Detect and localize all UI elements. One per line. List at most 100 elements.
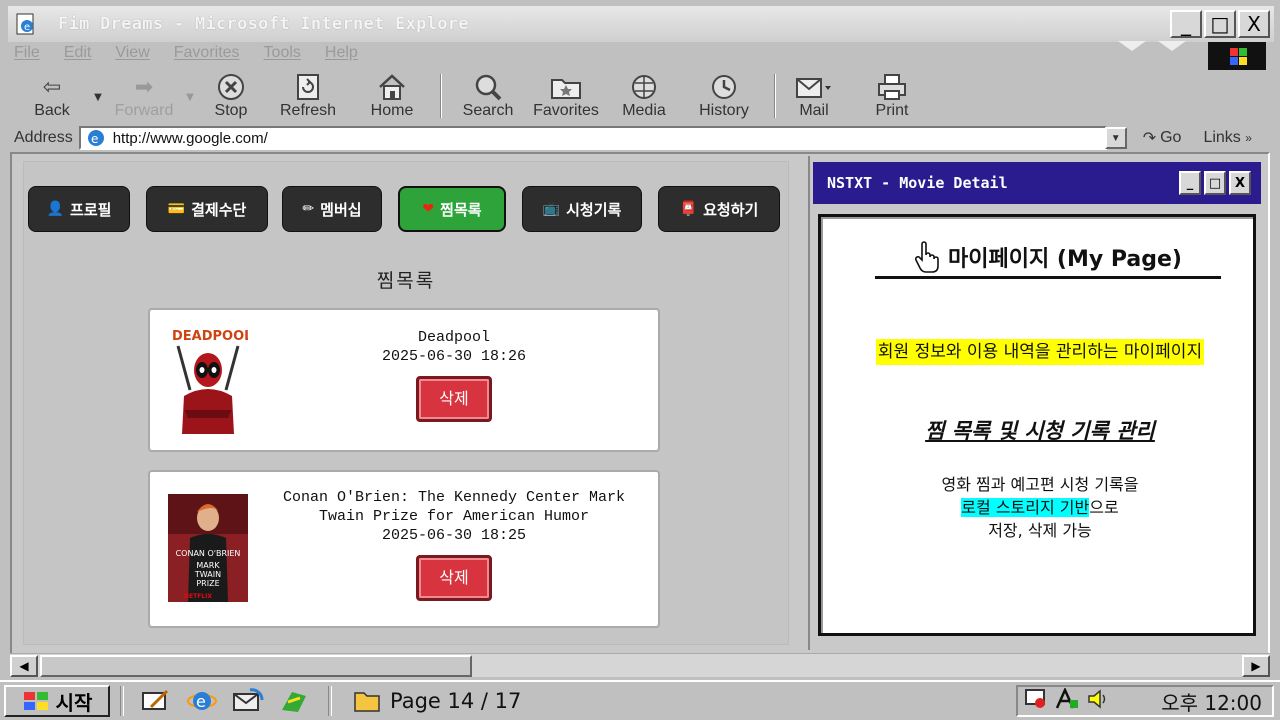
start-button[interactable]: 시작 (4, 685, 110, 717)
svg-text:MARK: MARK (196, 561, 220, 570)
taskbar-separator (328, 686, 332, 716)
back-button[interactable]: ⇦ Back (14, 72, 90, 120)
back-dropdown-icon[interactable]: ▼ (90, 92, 106, 103)
windows-logo-icon (1208, 42, 1266, 70)
home-button[interactable]: Home (352, 72, 432, 120)
menu-help[interactable]: Help (325, 44, 358, 68)
volume-icon[interactable] (1086, 688, 1110, 715)
close-button[interactable]: X (1238, 10, 1270, 38)
detail-window-title-bar: NSTXT - Movie Detail _ □ X (813, 162, 1261, 204)
wishlist-item-info: Deadpool 2025-06-30 18:26 삭제 (258, 328, 650, 422)
mypage-heading: 마이페이지 (My Page) (875, 237, 1221, 279)
quick-launch: e (140, 687, 310, 715)
address-dropdown-icon[interactable]: ▼ (1104, 127, 1127, 149)
delete-button[interactable]: 삭제 (416, 555, 492, 601)
taskbar-separator (120, 686, 124, 716)
browser-window: e Fim Dreams - Microsoft Internet Explor… (0, 0, 1280, 720)
ie-page-icon: e (16, 13, 34, 35)
address-label: Address (14, 129, 73, 146)
stop-icon (217, 72, 245, 102)
scrollbar-thumb[interactable] (40, 655, 472, 677)
pointing-hand-icon (915, 240, 939, 273)
movie-title: Conan O'Brien: The Kennedy Center Mark T… (282, 489, 626, 525)
system-tray: 오후 12:00 (1016, 685, 1274, 717)
movie-poster: CONAN O'BRIEN MARK TWAIN PRIZE NETFLIX (168, 494, 248, 602)
home-icon (377, 72, 407, 102)
wishlist-item-info: Conan O'Brien: The Kennedy Center Mark T… (258, 488, 650, 601)
movie-poster: DEADPOOL (168, 326, 248, 434)
svg-text:NETFLIX: NETFLIX (184, 593, 212, 600)
desktop-icon[interactable] (140, 687, 172, 715)
menu-favorites[interactable]: Favorites (174, 44, 240, 68)
print-button[interactable]: Print (844, 72, 940, 120)
forward-dropdown-icon[interactable]: ▼ (182, 92, 198, 103)
media-button[interactable]: Media (606, 72, 682, 120)
refresh-icon (295, 72, 321, 102)
toolbar-separator (440, 74, 442, 118)
nav-payment-button[interactable]: 💳 결제수단 (146, 186, 268, 232)
mail-button[interactable]: Mail (784, 72, 844, 120)
language-indicator-icon[interactable] (1054, 686, 1080, 715)
nav-wishlist-button[interactable]: ❤ 찜목록 (398, 186, 506, 232)
history-button[interactable]: History (682, 72, 766, 120)
menu-tools[interactable]: Tools (264, 44, 301, 68)
go-button[interactable]: ↷ Go (1143, 128, 1182, 148)
page-indicator[interactable]: Page 14 / 17 (354, 689, 521, 713)
scroll-right-icon[interactable]: ▶ (1242, 655, 1270, 677)
detail-close-button[interactable]: X (1229, 171, 1251, 195)
media-player-icon[interactable] (278, 687, 310, 715)
menu-file[interactable]: File (14, 44, 40, 68)
chevron-right-icon: » (1245, 131, 1252, 145)
feature-description: 영화 찜과 예고편 시청 기록을 로컬 스토리지 기반으로 저장, 삭제 가능 (941, 475, 1139, 540)
wishlist-card: DEADPOOL Deadpool 2025-06-30 18:26 삭제 (148, 308, 660, 452)
horizontal-scrollbar[interactable]: ◀ ▶ (10, 653, 1270, 677)
saved-timestamp: 2025-06-30 18:25 (381, 527, 527, 544)
refresh-button[interactable]: Refresh (264, 72, 352, 120)
history-clock-icon (709, 72, 739, 102)
scroll-left-icon[interactable]: ◀ (10, 655, 38, 677)
folder-icon (354, 692, 380, 712)
toolbar-separator (774, 74, 776, 118)
chevron-down-icon (1118, 41, 1146, 51)
window-title: Fim Dreams - Microsoft Internet Explore (58, 14, 469, 34)
chevron-down-icon (1158, 41, 1186, 51)
svg-text:TWAIN: TWAIN (194, 570, 221, 579)
section-title: 찜목록 (376, 270, 436, 292)
mypage-panel: 👤 프로필 💳 결제수단 ✏ 멤버십 ❤ 찜목록 📺 시청기록 📮 요청하기 찜… (24, 162, 788, 644)
page-content: 👤 프로필 💳 결제수단 ✏ 멤버십 ❤ 찜목록 📺 시청기록 📮 요청하기 찜… (10, 152, 1270, 655)
svg-text:CONAN O'BRIEN: CONAN O'BRIEN (176, 549, 241, 558)
title-bar: e Fim Dreams - Microsoft Internet Explor… (8, 6, 1274, 42)
detail-minimize-button[interactable]: _ (1179, 171, 1201, 195)
saved-timestamp: 2025-06-30 18:26 (381, 348, 527, 365)
menu-view[interactable]: View (115, 44, 149, 68)
delete-button[interactable]: 삭제 (416, 376, 492, 422)
heart-icon: ❤ (422, 201, 435, 217)
nav-membership-button[interactable]: ✏ 멤버십 (282, 186, 382, 232)
nav-request-button[interactable]: 📮 요청하기 (658, 186, 780, 232)
forward-arrow-icon: ➡ (134, 74, 154, 99)
search-button[interactable]: Search (450, 72, 526, 120)
mailbox-icon: 📮 (679, 201, 698, 217)
menu-bar: File Edit View Favorites Tools Help (14, 44, 358, 68)
network-icon[interactable] (1024, 688, 1048, 715)
nav-profile-button[interactable]: 👤 프로필 (28, 186, 130, 232)
minimize-button[interactable]: _ (1170, 10, 1202, 38)
menu-edit[interactable]: Edit (64, 44, 92, 68)
feature-heading: 찜 목록 및 시청 기록 관리 (925, 419, 1155, 443)
stop-button[interactable]: Stop (198, 72, 264, 120)
favorites-button[interactable]: Favorites (526, 72, 606, 120)
nav-history-button[interactable]: 📺 시청기록 (522, 186, 642, 232)
maximize-button[interactable]: □ (1204, 10, 1236, 38)
credit-card-icon: 💳 (167, 201, 186, 217)
address-input[interactable]: e http://www.google.com/ (78, 126, 1107, 150)
address-bar: Address e http://www.google.com/ ▼ ↷ Go … (14, 125, 1266, 151)
outlook-express-icon[interactable] (232, 687, 264, 715)
windows-logo-icon (23, 692, 48, 710)
svg-text:PRIZE: PRIZE (196, 579, 219, 588)
highlight-text: 로컬 스토리지 기반 (961, 498, 1090, 517)
detail-window-body: 마이페이지 (My Page) 회원 정보와 이용 내역을 관리하는 마이페이지… (818, 214, 1256, 636)
detail-maximize-button[interactable]: □ (1204, 171, 1226, 195)
internet-explorer-icon[interactable]: e (186, 687, 218, 715)
links-button[interactable]: Links » (1203, 129, 1252, 147)
forward-button[interactable]: ➡ Forward (106, 72, 182, 120)
